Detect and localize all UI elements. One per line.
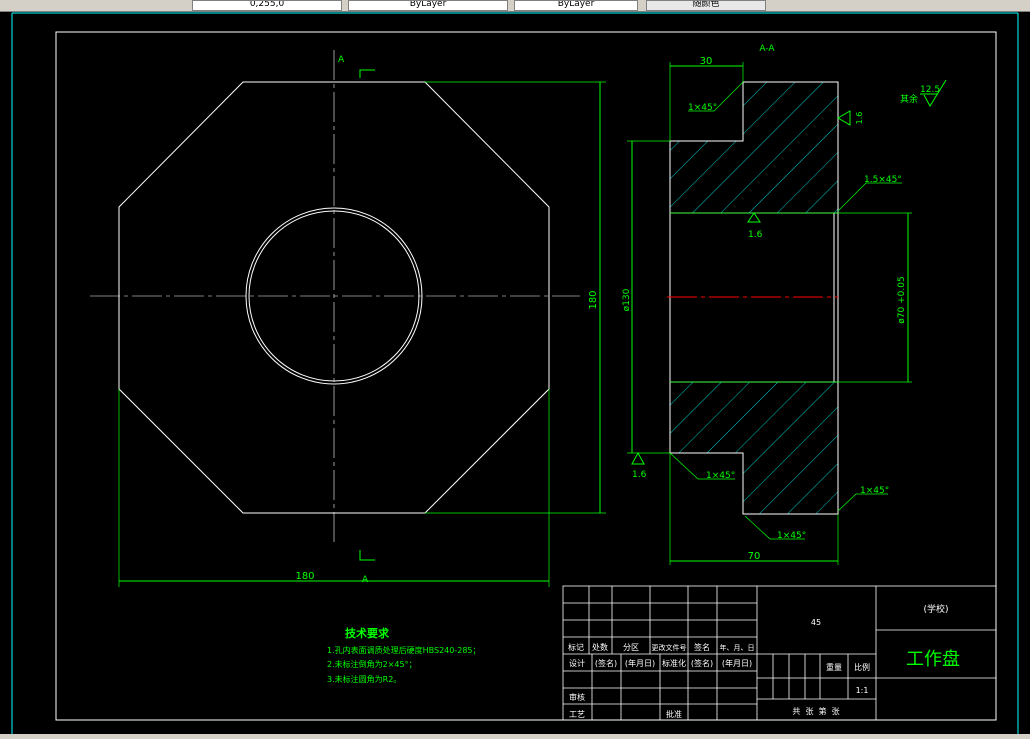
- tech-requirement-item: 1.孔内表面调质处理后硬度HBS240-285；: [327, 645, 481, 655]
- design-cell: (签名): [691, 658, 713, 668]
- header-cell: 更改文件号: [652, 643, 687, 652]
- dim-bore-diameter: ø70 +0.05: [897, 276, 907, 323]
- roughness-rest-value: 12.5: [920, 85, 940, 95]
- section-view: A-A 30 ø130 ø70 +0.05 70 1×45° 1.5×45° 1…: [622, 44, 947, 565]
- dim-width-label: 180: [295, 571, 314, 582]
- roughness-bore-value: 1.6: [748, 230, 763, 240]
- review-label: 审核: [569, 692, 585, 702]
- chamfer-label-top-left: 1×45°: [688, 103, 717, 113]
- chamfer-label-bottom: 1×45°: [777, 531, 806, 541]
- section-mark-top: A: [338, 55, 345, 65]
- status-bar: [0, 734, 1030, 739]
- scale-value: 1:1: [856, 686, 869, 695]
- section-arrow-bottom: [359, 550, 375, 561]
- section-arrow-top: [359, 69, 375, 78]
- chamfer-label-bottom-left: 1×45°: [706, 471, 735, 481]
- material-value: 45: [811, 618, 821, 627]
- design-cell: 标准化: [662, 658, 686, 668]
- header-cell: 标记: [568, 642, 584, 652]
- design-cell: (签名): [595, 658, 617, 668]
- sheets-label: 共 张 第 张: [792, 706, 839, 716]
- header-cell: 分区: [623, 643, 639, 652]
- roughness-symbol-bore: [747, 212, 761, 223]
- section-title: A-A: [759, 44, 775, 54]
- tech-requirements-title: 技术要求: [345, 626, 390, 640]
- weight-label: 重量: [826, 662, 842, 672]
- design-cell: (年月日): [722, 658, 752, 668]
- tech-requirement-item: 3.未标注圆角为R2。: [327, 674, 401, 684]
- section-lower: [669, 381, 839, 515]
- dim-top-width: 30: [700, 56, 713, 67]
- section-mark-bottom: A: [362, 575, 369, 585]
- dim-outer-diameter: ø130: [622, 288, 632, 311]
- design-cell: (年月日): [625, 658, 655, 668]
- plan-view: A A 180 180: [90, 50, 606, 587]
- process-label: 工艺: [569, 710, 585, 719]
- roughness-left-value: 1.6: [632, 470, 647, 480]
- tech-requirements: 技术要求 1.孔内表面调质处理后硬度HBS240-285； 2.未标注倒角为2×…: [327, 626, 481, 684]
- school-label: (学校): [923, 603, 948, 615]
- roughness-rest-label: 其余: [900, 93, 918, 105]
- chamfer-label-bottom-right: 1×45°: [860, 486, 889, 496]
- roughness-right-value: 1.6: [855, 112, 864, 125]
- design-cell: 设计: [569, 658, 585, 668]
- dim-height-label: 180: [588, 290, 599, 309]
- chamfer-label-bore: 1.5×45°: [864, 175, 902, 185]
- header-cell: 年、月、日: [720, 643, 755, 652]
- approve-label: 批准: [666, 709, 682, 719]
- header-cell: 签名: [694, 642, 710, 652]
- drawing-canvas[interactable]: A A 180 180 A-A 30 ø130 ø70 +0.05 70 1×4…: [0, 0, 1030, 739]
- section-upper: [669, 81, 839, 214]
- header-cell: 处数: [592, 642, 608, 652]
- roughness-symbol-left: [631, 451, 645, 465]
- drawing-frame: [55, 31, 997, 721]
- part-name: 工作盘: [906, 649, 960, 670]
- scale-label: 比例: [854, 662, 870, 672]
- dim-length: 70: [748, 551, 761, 562]
- tech-requirement-item: 2.未标注倒角为2×45°；: [327, 659, 417, 669]
- roughness-symbol-right: [837, 110, 851, 126]
